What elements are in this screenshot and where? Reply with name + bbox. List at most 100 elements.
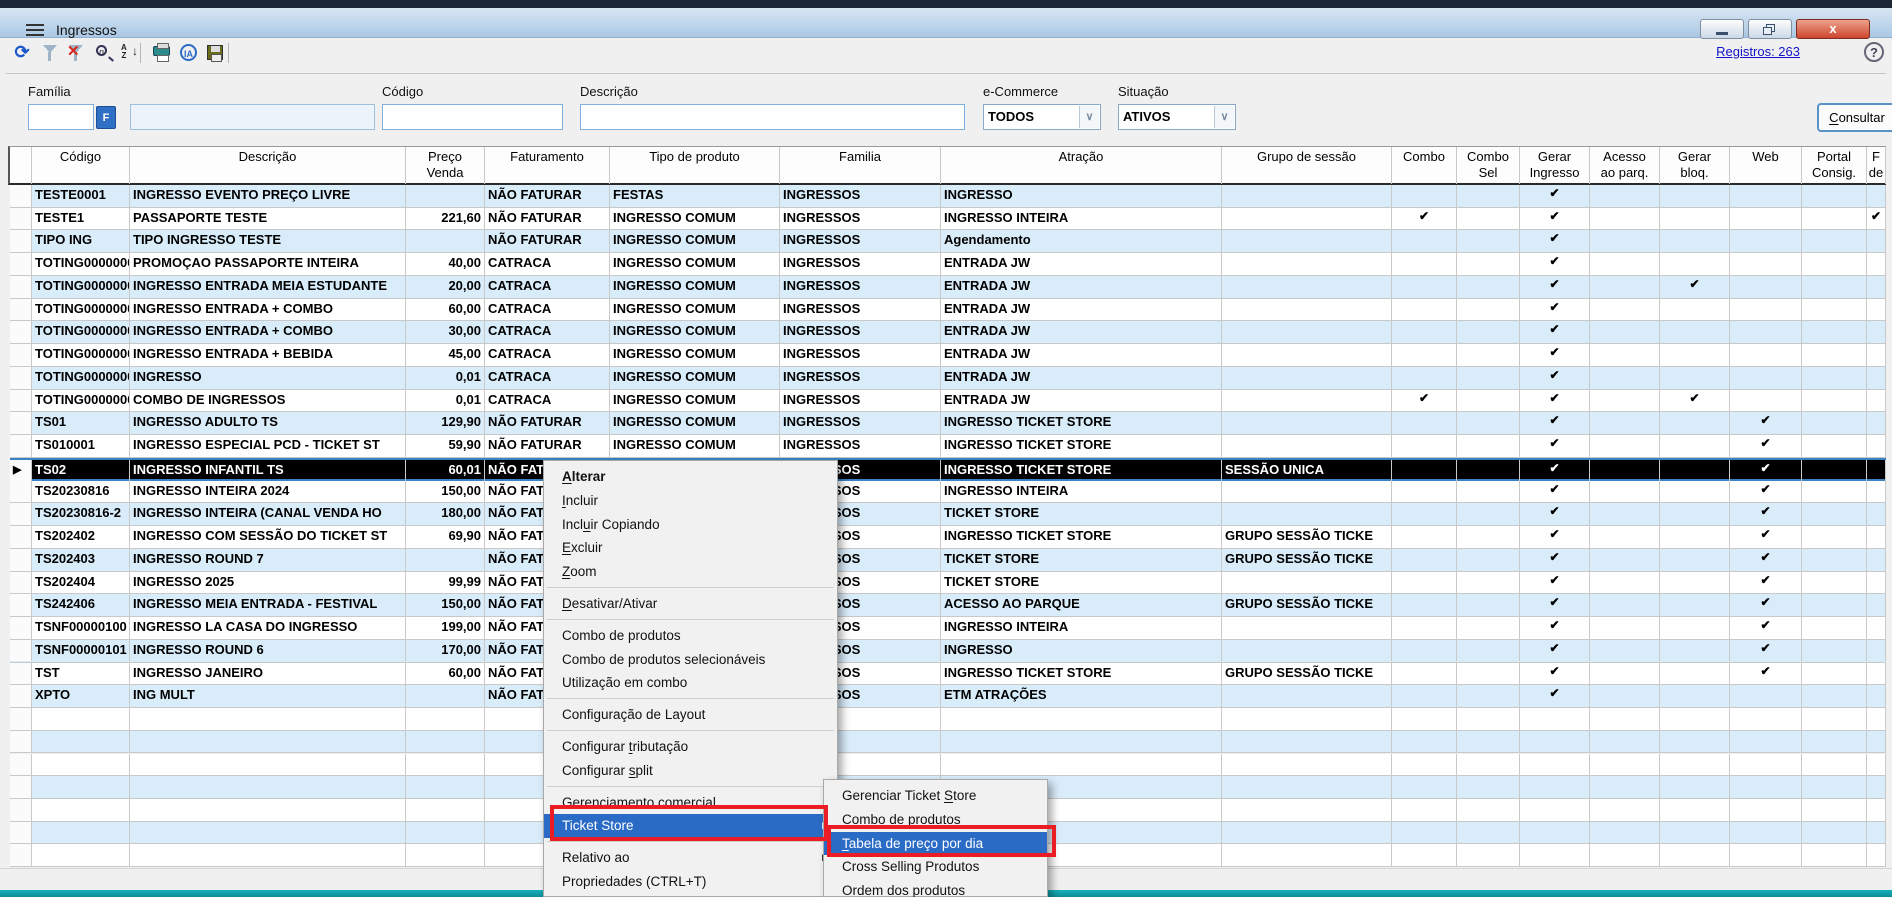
cell-combo_sel (1457, 344, 1520, 366)
table-row[interactable]: TS202403INGRESSO ROUND 7NÃO FATURARINGRE… (10, 549, 1886, 572)
column-header-portal[interactable]: Portal Consig. (1802, 147, 1867, 184)
context-menu-item-desativar-ativar[interactable]: Desativar/Ativar (544, 592, 837, 616)
column-header-tipo[interactable]: Tipo de produto (610, 147, 780, 184)
submenu-item-ordem-dos-produtos[interactable]: Ordem dos produtos (824, 879, 1047, 897)
print-icon[interactable] (150, 42, 174, 64)
submenu-item-tabela-de-pre-o-por-dia[interactable]: Tabela de preço por dia (824, 832, 1047, 856)
context-menu-item-utiliza-o-em-combo[interactable]: Utilização em combo (544, 671, 837, 695)
familia-lookup-button[interactable]: F (96, 106, 116, 129)
table-row[interactable]: XPTOING MULTNÃO FATURARINGRESSO COMUMING… (10, 685, 1886, 708)
save-icon[interactable] (204, 42, 228, 64)
table-row[interactable]: TOTING0000000INGRESSO ENTRADA + BEBIDA45… (10, 344, 1886, 367)
context-menu-item-incluir[interactable]: Incluir (544, 489, 837, 513)
column-header-faturamento[interactable]: Faturamento (485, 147, 610, 184)
restore-button[interactable] (1748, 19, 1792, 39)
cell-extra (1867, 299, 1886, 321)
table-row[interactable]: TS20230816-2INGRESSO INTEIRA (CANAL VEND… (10, 503, 1886, 526)
context-menu-item-relativo-ao[interactable]: Relativo ao▶ (544, 846, 837, 870)
table-row[interactable]: TS242406INGRESSO MEIA ENTRADA - FESTIVAL… (10, 594, 1886, 617)
context-menu-item-gerenciamento-comercial[interactable]: Gerenciamento comercial (544, 791, 837, 815)
context-menu-item-configura-o-de-layout[interactable]: Configuração de Layout (544, 703, 837, 727)
column-header-familia[interactable]: Familia (780, 147, 941, 184)
cell-extra (1867, 640, 1886, 662)
table-row[interactable]: TESTE1PASSAPORTE TESTE221,60NÃO FATURARI… (10, 208, 1886, 231)
column-header-acesso[interactable]: Acesso ao parq. (1590, 147, 1660, 184)
table-row[interactable]: TSNF00000100INGRESSO LA CASA DO INGRESSO… (10, 617, 1886, 640)
ecommerce-select[interactable]: TODOS ∨ (983, 104, 1101, 130)
table-row[interactable]: TS202402INGRESSO COM SESSÃO DO TICKET ST… (10, 526, 1886, 549)
submenu-item-gerenciar-ticket-store[interactable]: Gerenciar Ticket Store (824, 784, 1047, 808)
column-header-codigo[interactable]: Código (32, 147, 130, 184)
column-header-bloq[interactable]: Gerar bloq. (1660, 147, 1730, 184)
context-menu-item-configurar-tributa-o[interactable]: Configurar tributação (544, 735, 837, 759)
sort-az-icon[interactable]: AZ↓ (118, 42, 142, 64)
cell-atracao: INGRESSO TICKET STORE (941, 412, 1222, 434)
cell-codigo: TOTING0000000 (32, 344, 130, 366)
cell-gerar: ✔ (1520, 435, 1590, 457)
filter-icon[interactable] (38, 42, 62, 64)
clear-filter-icon[interactable]: ✕ (64, 42, 88, 64)
close-button[interactable]: x (1796, 19, 1870, 39)
cell-atracao: ENTRADA JW (941, 390, 1222, 412)
column-header-grupo[interactable]: Grupo de sessão (1222, 147, 1392, 184)
familia-input[interactable] (28, 104, 94, 130)
column-header-combo_sel[interactable]: Combo Sel (1457, 147, 1520, 184)
ia-icon[interactable]: IA (178, 42, 202, 64)
table-row[interactable]: TS20230816INGRESSO INTEIRA 2024150,00NÃO… (10, 481, 1886, 504)
table-row[interactable]: TOTING0000000PROMOÇAO PASSAPORTE INTEIRA… (10, 253, 1886, 276)
empty-table-row[interactable] (10, 708, 1886, 731)
zoom-search-icon[interactable]: n (92, 42, 116, 64)
cell-descricao: INGRESSO 2025 (130, 572, 406, 594)
context-menu-item-alterar[interactable]: Alterar (544, 465, 837, 489)
table-row[interactable]: TIPO INGTIPO INGRESSO TESTENÃO FATURARIN… (10, 230, 1886, 253)
table-row[interactable]: TS010001INGRESSO ESPECIAL PCD - TICKET S… (10, 435, 1886, 458)
context-menu-item-excluir[interactable]: Excluir (544, 536, 837, 560)
minimize-button[interactable] (1700, 19, 1744, 39)
context-menu-item-incluir-copiando[interactable]: Incluir Copiando (544, 513, 837, 537)
column-header-extra[interactable]: F de (1867, 147, 1886, 184)
refresh-icon[interactable]: ⟳ (10, 42, 34, 64)
table-row[interactable]: TOTING0000000INGRESSO0,01CATRACAINGRESSO… (10, 367, 1886, 390)
context-menu-item-configurar-split[interactable]: Configurar split (544, 759, 837, 783)
app-window: Ingressos x ⟳✕nAZ↓IA Registros: 263 ? Fa… (0, 0, 1892, 897)
column-header-preco[interactable]: Preço Venda (406, 147, 485, 184)
codigo-input[interactable] (382, 104, 563, 130)
table-row[interactable]: TOTING0000000INGRESSO ENTRADA MEIA ESTUD… (10, 276, 1886, 299)
help-icon[interactable]: ? (1864, 42, 1884, 62)
table-row[interactable]: TSNF00000101INGRESSO ROUND 6170,00NÃO FA… (10, 640, 1886, 663)
cell-gerar (1520, 822, 1590, 844)
column-header-atracao[interactable]: Atração (941, 147, 1222, 184)
table-row[interactable]: TESTE0001INGRESSO EVENTO PREÇO LIVRENÃO … (10, 185, 1886, 208)
column-header-combo[interactable]: Combo (1392, 147, 1457, 184)
table-row[interactable]: TSTINGRESSO JANEIRO60,00NÃO FATURARINGRE… (10, 663, 1886, 686)
context-menu-item-ticket-store[interactable]: Ticket Store▶ (544, 814, 837, 838)
table-row[interactable]: TS202404INGRESSO 202599,99NÃO FATURARING… (10, 572, 1886, 595)
column-header-descricao[interactable]: Descrição (130, 147, 406, 184)
column-header-sel[interactable] (10, 147, 32, 184)
context-menu-item-combo-de-produtos-selecion-veis[interactable]: Combo de produtos selecionáveis (544, 648, 837, 672)
table-row[interactable]: TOTING0000000INGRESSO ENTRADA + COMBO60,… (10, 299, 1886, 322)
table-row[interactable]: TOTING0000000COMBO DE INGRESSOS0,01CATRA… (10, 390, 1886, 413)
context-menu-item-combo-de-produtos[interactable]: Combo de produtos (544, 624, 837, 648)
cell-gerar: ✔ (1520, 344, 1590, 366)
context-menu-item-zoom[interactable]: Zoom (544, 560, 837, 584)
submenu-item-cross-selling-produtos[interactable]: Cross Selling Produtos (824, 855, 1047, 879)
registros-count-link[interactable]: Registros: 263 (1640, 44, 1800, 59)
table-row[interactable]: ▶TS02INGRESSO INFANTIL TS60,01NÃO FATURA… (10, 458, 1886, 481)
column-header-web[interactable]: Web (1730, 147, 1802, 184)
cell-preco: 69,90 (406, 526, 485, 548)
cell-extra: ✔ (1867, 208, 1886, 230)
consultar-button[interactable]: Consultar (1817, 103, 1892, 132)
cell-combo_sel (1457, 594, 1520, 616)
table-row[interactable]: TOTING0000000INGRESSO ENTRADA + COMBO30,… (10, 321, 1886, 344)
context-menu-item-propriedades-ctrl-t-[interactable]: Propriedades (CTRL+T) (544, 870, 837, 894)
hamburger-menu-icon[interactable] (26, 24, 44, 37)
column-header-gerar[interactable]: Gerar Ingresso (1520, 147, 1590, 184)
situacao-select[interactable]: ATIVOS ∨ (1118, 104, 1236, 130)
descricao-input[interactable] (580, 104, 965, 130)
empty-table-row[interactable] (10, 731, 1886, 754)
submenu-item-combo-de-produtos[interactable]: Combo de produtos (824, 808, 1047, 832)
table-row[interactable]: TS01INGRESSO ADULTO TS129,90NÃO FATURARI… (10, 412, 1886, 435)
cell-grupo (1222, 185, 1392, 207)
empty-table-row[interactable] (10, 754, 1886, 777)
